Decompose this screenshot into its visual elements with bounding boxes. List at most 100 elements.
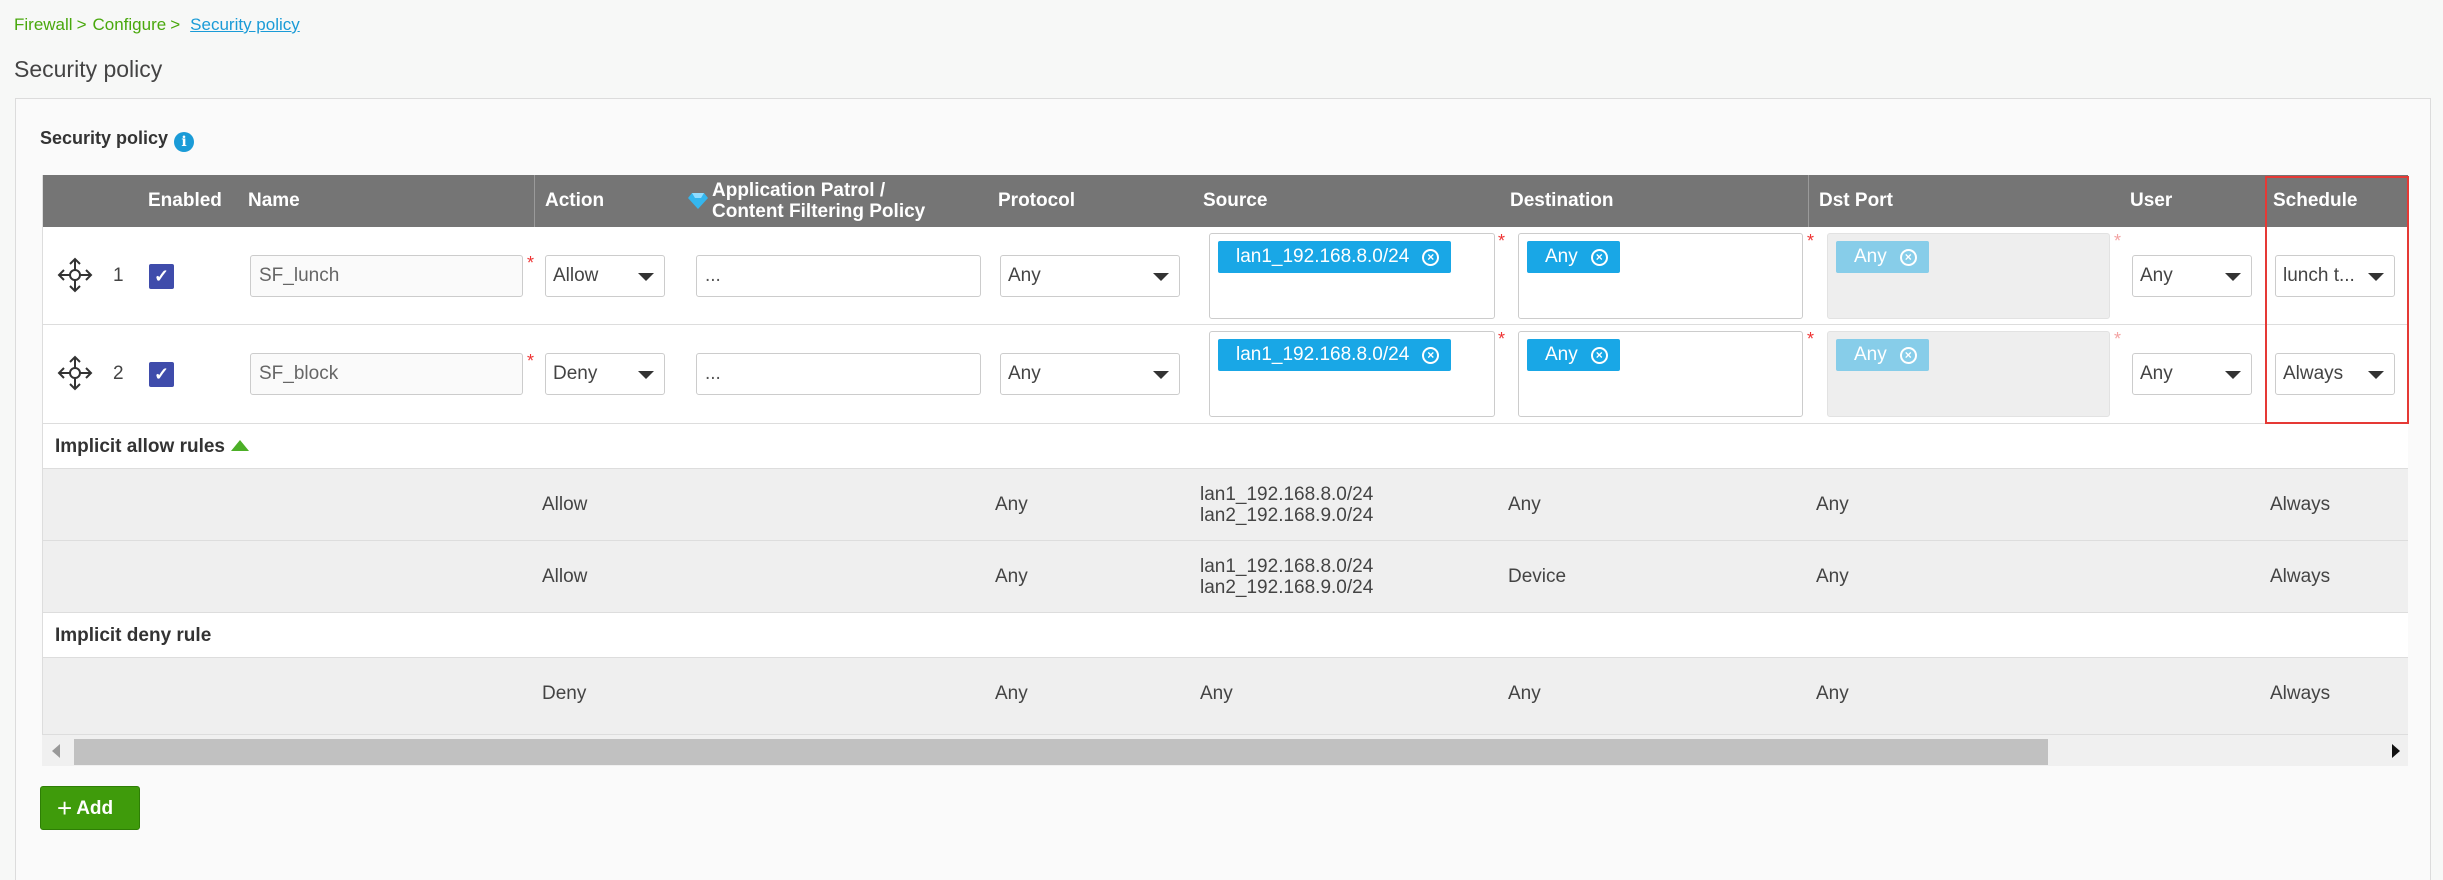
breadcrumb-current[interactable]: Security policy (190, 15, 300, 34)
cell-action: Deny (542, 683, 587, 704)
header-application-patrol[interactable]: Application Patrol / Content Filtering P… (688, 175, 925, 227)
action-select-value: Deny (553, 363, 598, 384)
cell-source-line1: lan1_192.168.8.0/24 (1200, 484, 1374, 505)
remove-tag-icon[interactable]: × (1422, 249, 1440, 266)
required-mark: * (1498, 231, 1506, 251)
collapse-triangle-icon[interactable] (231, 440, 249, 451)
chevron-down-icon (638, 273, 654, 281)
required-mark: * (1807, 231, 1815, 251)
cell-source-line1: lan1_192.168.8.0/24 (1200, 556, 1374, 577)
source-field[interactable]: lan1_192.168.8.0/24 × (1209, 331, 1495, 417)
destination-field[interactable]: Any × (1518, 233, 1803, 319)
user-select[interactable]: Any (2132, 255, 2252, 297)
protocol-select[interactable]: Any (1000, 353, 1180, 395)
header-dst-port[interactable]: Dst Port (1819, 175, 1893, 227)
rule-number: 2 (113, 363, 124, 384)
add-button[interactable]: + Add (40, 786, 140, 830)
breadcrumb-separator: > (170, 15, 181, 34)
chevron-down-icon (638, 371, 654, 379)
required-mark: * (527, 351, 535, 371)
move-arrows-icon[interactable] (55, 353, 95, 393)
info-icon[interactable]: i (174, 132, 195, 152)
required-mark: * (2114, 329, 2122, 349)
cell-dst-port: Any (1816, 683, 1849, 704)
breadcrumb-configure[interactable]: Configure (93, 15, 167, 34)
header-action[interactable]: Action (545, 175, 604, 227)
chevron-down-icon (1153, 371, 1169, 379)
implicit-deny-label: Implicit deny rule (55, 625, 212, 646)
section-title-text: Security policy (40, 128, 169, 148)
protocol-select-value: Any (1008, 363, 1041, 384)
header-name[interactable]: Name (248, 175, 300, 227)
source-tag-label: lan1_192.168.8.0/24 (1236, 246, 1410, 267)
required-mark: * (2114, 231, 2122, 251)
protocol-select[interactable]: Any (1000, 255, 1180, 297)
cell-source: Any (1200, 683, 1233, 704)
cell-source-line2: lan2_192.168.9.0/24 (1200, 505, 1374, 526)
implicit-allow-label-text: Implicit allow rules (55, 436, 225, 457)
scroll-right-arrow-icon[interactable] (2392, 744, 2400, 758)
action-select[interactable]: Deny (545, 353, 665, 395)
table-row: 2 ✓ SF_block * Deny ... Any lan1_192.168… (43, 325, 2408, 424)
destination-tag[interactable]: Any × (1527, 339, 1620, 371)
move-arrows-icon[interactable] (55, 255, 95, 295)
remove-tag-icon[interactable]: × (1590, 249, 1608, 266)
remove-tag-icon[interactable]: × (1590, 347, 1608, 364)
header-protocol[interactable]: Protocol (998, 175, 1075, 227)
breadcrumb: Firewall > Configure > Security policy (14, 15, 300, 35)
breadcrumb-firewall[interactable]: Firewall (14, 15, 73, 34)
page-title: Security policy (14, 56, 163, 82)
source-tag[interactable]: lan1_192.168.8.0/24 × (1218, 241, 1452, 273)
destination-tag[interactable]: Any × (1527, 241, 1620, 273)
header-divider (1808, 175, 1809, 227)
user-select-value: Any (2140, 363, 2173, 384)
table-header: Enabled Name Action Application Patrol /… (43, 175, 2408, 227)
scroll-left-arrow-icon[interactable] (52, 744, 60, 758)
scrollbar-thumb[interactable] (74, 739, 2048, 765)
cell-protocol: Any (995, 566, 1028, 587)
enabled-checkbox[interactable]: ✓ (149, 264, 174, 289)
cell-schedule: Always (2270, 566, 2331, 587)
name-field[interactable]: SF_block (250, 353, 523, 395)
app-policy-field[interactable]: ... (696, 353, 981, 395)
cell-destination: Any (1508, 494, 1541, 515)
protocol-select-value: Any (1008, 265, 1041, 286)
implicit-deny-group: Implicit deny rule (43, 613, 2408, 658)
app-policy-field[interactable]: ... (696, 255, 981, 297)
action-select[interactable]: Allow (545, 255, 665, 297)
header-enabled[interactable]: Enabled (148, 175, 222, 227)
cell-schedule: Always (2270, 494, 2331, 515)
table-row: Allow Any lan1_192.168.8.0/24 lan2_192.16… (43, 541, 2408, 613)
header-source[interactable]: Source (1203, 175, 1267, 227)
dst-port-field: Any × (1827, 233, 2110, 319)
remove-tag-icon: × (1899, 347, 1917, 364)
source-tag[interactable]: lan1_192.168.8.0/24 × (1218, 339, 1452, 371)
implicit-allow-label[interactable]: Implicit allow rules (55, 436, 249, 458)
cell-action: Allow (542, 566, 588, 587)
schedule-column-highlight (2265, 176, 2409, 424)
source-field[interactable]: lan1_192.168.8.0/24 × (1209, 233, 1495, 319)
diamond-icon (688, 192, 708, 215)
name-field[interactable]: SF_lunch (250, 255, 523, 297)
horizontal-scrollbar[interactable] (42, 734, 2408, 766)
header-destination[interactable]: Destination (1510, 175, 1613, 227)
destination-tag-label: Any (1545, 344, 1578, 365)
chevron-down-icon (1153, 273, 1169, 281)
destination-field[interactable]: Any × (1518, 331, 1803, 417)
remove-tag-icon[interactable]: × (1422, 347, 1440, 364)
cell-dst-port: Any (1816, 566, 1849, 587)
breadcrumb-separator: > (76, 15, 87, 34)
cell-protocol: Any (995, 494, 1028, 515)
header-user[interactable]: User (2130, 175, 2172, 227)
cell-dst-port: Any (1816, 494, 1849, 515)
action-select-value: Allow (553, 265, 599, 286)
add-button-label: Add (76, 798, 114, 819)
dst-port-field: Any × (1827, 331, 2110, 417)
source-tag-label: lan1_192.168.8.0/24 (1236, 344, 1410, 365)
user-select[interactable]: Any (2132, 353, 2252, 395)
chevron-down-icon (2225, 273, 2241, 281)
enabled-checkbox[interactable]: ✓ (149, 362, 174, 387)
required-mark: * (527, 253, 535, 273)
cell-destination: Device (1508, 566, 1567, 587)
implicit-allow-group[interactable]: Implicit allow rules (43, 424, 2408, 469)
